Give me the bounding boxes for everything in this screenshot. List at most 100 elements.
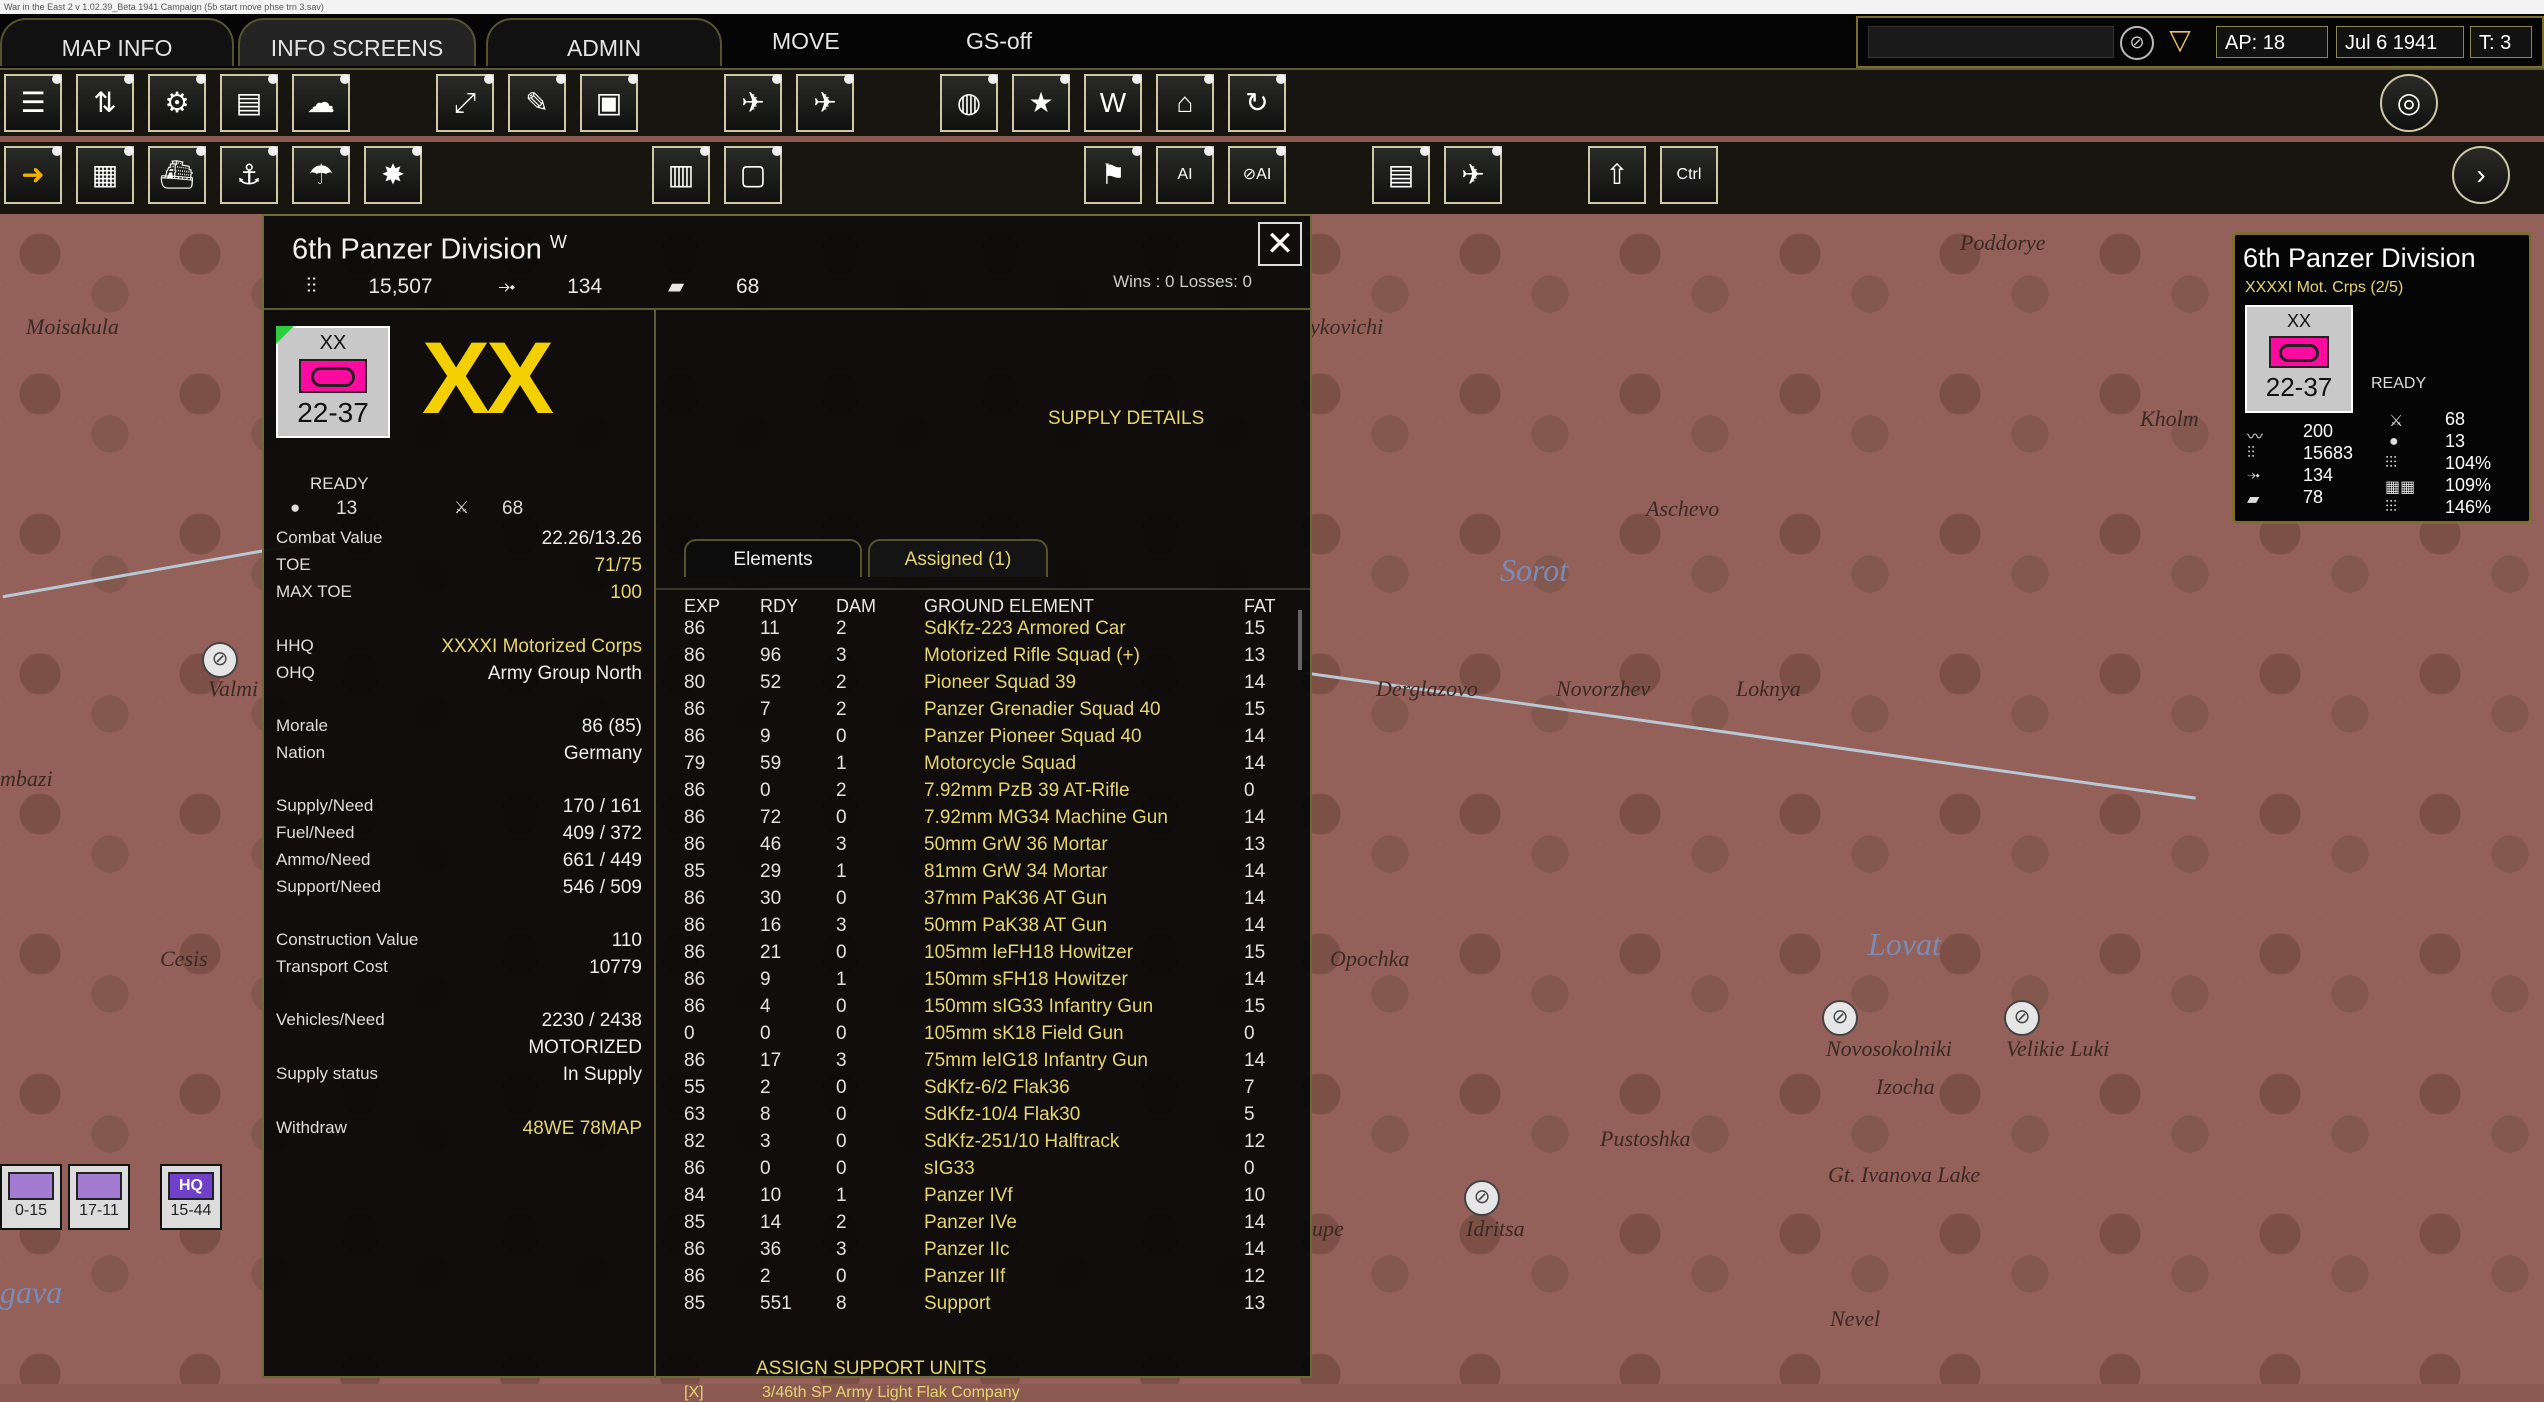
tab-elements[interactable]: Elements	[684, 539, 862, 577]
gs-toggle[interactable]: GS-off	[966, 28, 1032, 55]
col-dam[interactable]: DAM	[836, 596, 876, 617]
assigned-support-row[interactable]: [X] 3/46th SP Army Light Flak Company	[684, 1384, 1020, 1402]
element-row[interactable]: 86 9 1 150mm sFH18 Howitzer 14	[656, 969, 1310, 995]
element-row[interactable]: 86 2 0 Panzer IIf 12	[656, 1266, 1310, 1292]
search-input[interactable]	[1868, 26, 2114, 58]
shift-key-button[interactable]: ⇧	[1588, 146, 1646, 204]
remove-marker[interactable]: [X]	[684, 1384, 704, 1401]
element-name[interactable]: 105mm leFH18 Howitzer	[924, 942, 1133, 964]
element-name[interactable]: SdKfz-251/10 Halftrack	[924, 1131, 1119, 1153]
weather-button[interactable]: ☁	[292, 74, 350, 132]
element-row[interactable]: 86 96 3 Motorized Rifle Squad (+) 13	[656, 645, 1310, 671]
element-name[interactable]: Panzer Grenadier Squad 40	[924, 699, 1161, 721]
map-unit-counter[interactable]: HQ 15-44	[160, 1164, 222, 1230]
col-exp[interactable]: EXP	[684, 596, 720, 617]
element-name[interactable]: 105mm sK18 Field Gun	[924, 1023, 1124, 1045]
element-row[interactable]: 86 16 3 50mm PaK38 AT Gun 14	[656, 915, 1310, 941]
airfield-icon[interactable]: ⊘	[202, 642, 238, 678]
element-row[interactable]: 85 551 8 Support 13	[656, 1293, 1310, 1319]
airfield-icon[interactable]: ⊘	[1822, 1000, 1858, 1036]
w-button[interactable]: W	[1084, 74, 1142, 132]
air-button[interactable]: ✈	[796, 74, 854, 132]
element-name[interactable]: Panzer IIf	[924, 1266, 1005, 1288]
element-name[interactable]: SdKfz-10/4 Flak30	[924, 1104, 1080, 1126]
unit-list-button[interactable]: ☰	[4, 74, 62, 132]
element-row[interactable]: 63 8 0 SdKfz-10/4 Flak30 5	[656, 1104, 1310, 1130]
col-fat[interactable]: FAT	[1244, 596, 1276, 617]
element-name[interactable]: 150mm sFH18 Howitzer	[924, 969, 1128, 991]
compass-icon[interactable]: ⊘	[2120, 26, 2154, 60]
train-button[interactable]: ▦	[76, 146, 134, 204]
col-ground-element[interactable]: GROUND ELEMENT	[924, 596, 1094, 617]
edit-button[interactable]: ✎	[508, 74, 566, 132]
star-button[interactable]: ★	[1012, 74, 1070, 132]
close-button[interactable]: ✕	[1258, 222, 1302, 266]
element-row[interactable]: 86 0 2 7.92mm PzB 39 AT-Rifle 0	[656, 780, 1310, 806]
element-row[interactable]: 86 72 0 7.92mm MG34 Machine Gun 14	[656, 807, 1310, 833]
tab-info-screens[interactable]: INFO SCREENS	[238, 18, 476, 66]
production-button[interactable]: ⇅	[76, 74, 134, 132]
element-name[interactable]: 7.92mm PzB 39 AT-Rifle	[924, 780, 1130, 802]
element-name[interactable]: 81mm GrW 34 Mortar	[924, 861, 1108, 883]
assign-support-link[interactable]: ASSIGN SUPPORT UNITS	[756, 1358, 987, 1380]
supply-details-link[interactable]: SUPPLY DETAILS	[1048, 408, 1204, 430]
speaker-button[interactable]: ⌂	[1156, 74, 1214, 132]
expand-button[interactable]: ⤢	[436, 74, 494, 132]
explosion-button[interactable]: ✸	[364, 146, 422, 204]
element-name[interactable]: Panzer Pioneer Squad 40	[924, 726, 1142, 748]
element-row[interactable]: 86 9 0 Panzer Pioneer Squad 40 14	[656, 726, 1310, 752]
element-name[interactable]: Panzer IVf	[924, 1185, 1013, 1207]
element-row[interactable]: 79 59 1 Motorcycle Squad 14	[656, 753, 1310, 779]
element-name[interactable]: Support	[924, 1293, 991, 1315]
element-row[interactable]: 85 14 2 Panzer IVe 14	[656, 1212, 1310, 1238]
airfield-icon[interactable]: ⊘	[2004, 1000, 2040, 1036]
airdrop-button[interactable]: ☂	[292, 146, 350, 204]
element-name[interactable]: Pioneer Squad 39	[924, 672, 1076, 694]
report-button[interactable]: ▣	[580, 74, 638, 132]
element-name[interactable]: Panzer IVe	[924, 1212, 1017, 1234]
map-unit-counter[interactable]: 17-11	[68, 1164, 130, 1230]
air-attack-button[interactable]: ✈	[1444, 146, 1502, 204]
filter-icon[interactable]: ▽	[2162, 26, 2198, 56]
element-row[interactable]: 82 3 0 SdKfz-251/10 Halftrack 12	[656, 1131, 1310, 1157]
element-row[interactable]: 86 7 2 Panzer Grenadier Squad 40 15	[656, 699, 1310, 725]
group-button[interactable]: ▥	[652, 146, 710, 204]
element-row[interactable]: 86 21 0 105mm leFH18 Howitzer 15	[656, 942, 1310, 968]
ship-button[interactable]: ⛴	[148, 146, 206, 204]
scrollbar[interactable]	[1298, 610, 1302, 670]
element-name[interactable]: 150mm sIG33 Infantry Gun	[924, 996, 1153, 1018]
hhq-link[interactable]: XXXXI Motorized Corps	[441, 636, 642, 658]
element-row[interactable]: 86 11 2 SdKfz-223 Armored Car 15	[656, 618, 1310, 644]
col-rdy[interactable]: RDY	[760, 596, 798, 617]
flag-button[interactable]: ⚑	[1084, 146, 1142, 204]
tab-map-info[interactable]: MAP INFO	[0, 18, 234, 66]
element-name[interactable]: 37mm PaK36 AT Gun	[924, 888, 1107, 910]
element-name[interactable]: Motorized Rifle Squad (+)	[924, 645, 1140, 667]
element-name[interactable]: sIG33	[924, 1158, 975, 1180]
logistics-button[interactable]: ▤	[1372, 146, 1430, 204]
element-row[interactable]: 86 36 3 Panzer IIc 14	[656, 1239, 1310, 1265]
unit-info-card[interactable]: 6th Panzer Division XXXXI Mot. Crps (2/5…	[2232, 232, 2532, 524]
tab-admin[interactable]: ADMIN	[486, 18, 722, 66]
element-name[interactable]: 50mm PaK38 AT Gun	[924, 915, 1107, 937]
element-name[interactable]: SdKfz-6/2 Flak36	[924, 1077, 1070, 1099]
element-name[interactable]: Motorcycle Squad	[924, 753, 1076, 775]
element-row[interactable]: 86 0 0 sIG33 0	[656, 1158, 1310, 1184]
element-name[interactable]: Panzer IIc	[924, 1239, 1010, 1261]
element-name[interactable]: 50mm GrW 36 Mortar	[924, 834, 1108, 856]
element-row[interactable]: 55 2 0 SdKfz-6/2 Flak36 7	[656, 1077, 1310, 1103]
airbase-button[interactable]: ✈	[724, 74, 782, 132]
element-row[interactable]: 85 29 1 81mm GrW 34 Mortar 14	[656, 861, 1310, 887]
element-name[interactable]: 7.92mm MG34 Machine Gun	[924, 807, 1168, 829]
naval-button[interactable]: ⚓	[220, 146, 278, 204]
element-row[interactable]: 0 0 0 105mm sK18 Field Gun 0	[656, 1023, 1310, 1049]
ctrl-key-button[interactable]: Ctrl	[1660, 146, 1718, 204]
arrow-button[interactable]: ➜	[4, 146, 62, 204]
element-row[interactable]: 84 10 1 Panzer IVf 10	[656, 1185, 1310, 1211]
element-row[interactable]: 86 17 3 75mm leIG18 Infantry Gun 14	[656, 1050, 1310, 1076]
tab-assigned[interactable]: Assigned (1)	[868, 539, 1048, 577]
move-menu[interactable]: MOVE	[772, 28, 840, 55]
ai-off-button[interactable]: ⊘AI	[1228, 146, 1286, 204]
element-row[interactable]: 86 46 3 50mm GrW 36 Mortar 13	[656, 834, 1310, 860]
chart-button[interactable]: ▤	[220, 74, 278, 132]
